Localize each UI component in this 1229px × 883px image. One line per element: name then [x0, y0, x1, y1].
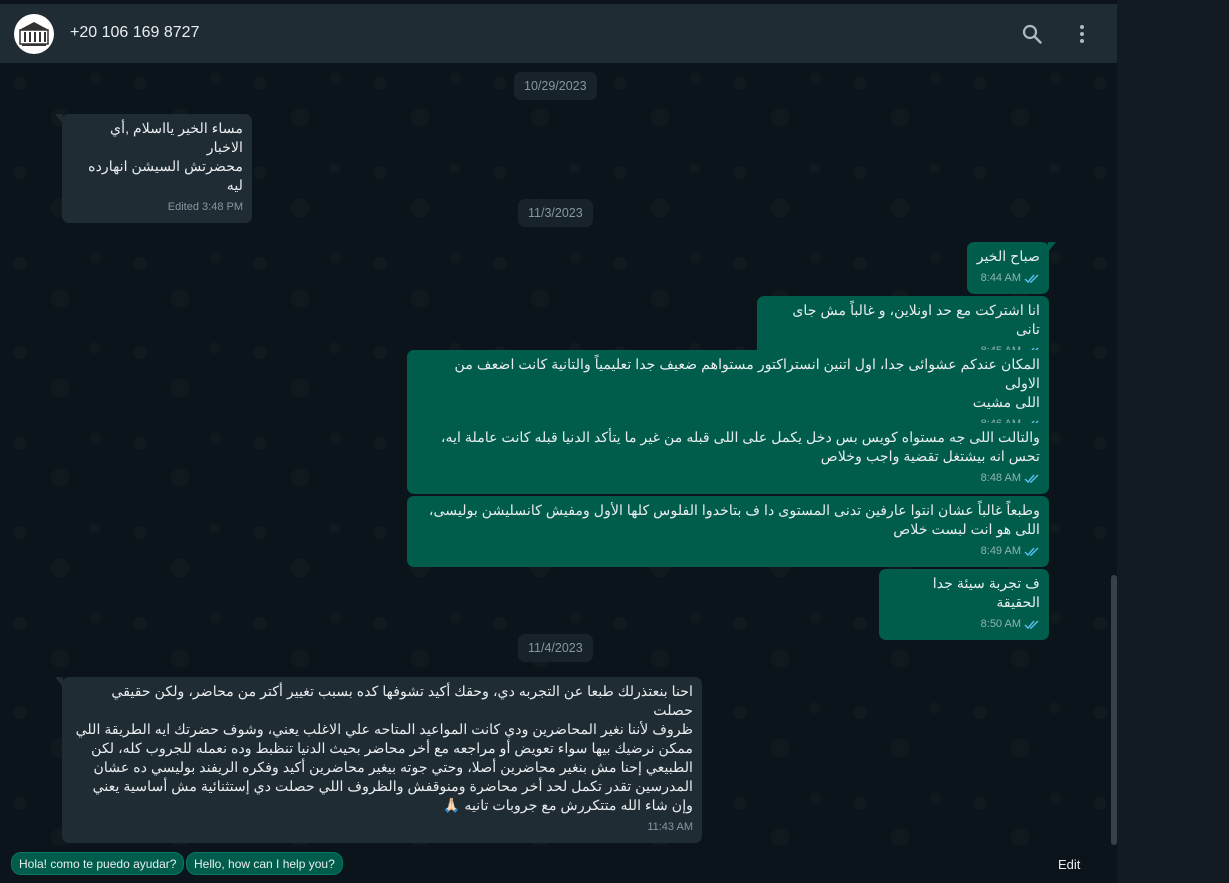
contact-name[interactable]: +20 106 169 8727	[70, 24, 199, 42]
quick-reply-spanish[interactable]: Hola! como te puedo ayudar?	[11, 852, 185, 875]
message-incoming[interactable]: احنا بنعتذرلك طبعا عن التجربه دي، وحقك أ…	[55, 677, 702, 843]
quick-reply-english[interactable]: Hello, how can I help you?	[186, 852, 343, 875]
message-outgoing[interactable]: ف تجربة سيئة جدا الحقيقة 8:50 AM	[879, 569, 1049, 640]
message-text: صباح الخير	[976, 249, 1040, 265]
double-check-icon	[1024, 274, 1039, 284]
search-icon[interactable]	[1020, 22, 1044, 46]
chat-window: +20 106 169 8727 10/29/2023 11/3/2023 11…	[0, 0, 1229, 883]
chat-header: +20 106 169 8727	[0, 4, 1117, 63]
message-time: 11:43 AM	[647, 821, 693, 833]
message-text: والتالت اللى جه مستواه كويس بس دخل يكمل …	[440, 430, 1040, 465]
message-text: مساء الخير يااسلام ,أي الاخبار محضرتش ال…	[88, 121, 243, 194]
double-check-icon	[1024, 474, 1039, 484]
message-text: المكان عندكم عشوائى جدا، اول اتنين انستر…	[454, 357, 1040, 411]
message-time: 8:49 AM	[980, 545, 1021, 557]
message-time: 8:44 AM	[980, 272, 1021, 284]
edit-button[interactable]: Edit	[1058, 857, 1080, 872]
message-text: احنا بنعتذرلك طبعا عن التجربه دي، وحقك أ…	[75, 684, 693, 814]
building-logo-icon	[19, 22, 49, 46]
contact-avatar[interactable]	[14, 14, 54, 54]
double-check-icon	[1024, 620, 1039, 630]
message-text: ف تجربة سيئة جدا الحقيقة	[932, 576, 1040, 611]
message-time: 8:50 AM	[980, 618, 1021, 630]
date-separator: 11/4/2023	[518, 634, 593, 662]
message-text: وطبعاً غالباً عشان انتوا عارفين تدنى الم…	[428, 503, 1040, 538]
message-time: 8:48 AM	[980, 472, 1021, 484]
message-incoming[interactable]: مساء الخير يااسلام ,أي الاخبار محضرتش ال…	[55, 114, 252, 223]
date-separator: 11/3/2023	[518, 199, 593, 227]
side-panel	[1117, 0, 1229, 883]
message-time: Edited 3:48 PM	[167, 201, 243, 213]
message-outgoing[interactable]: صباح الخير 8:44 AM	[967, 242, 1056, 294]
message-text: انا اشتركت مع حد اونلاين، و غالباً مش جا…	[792, 303, 1040, 338]
date-separator: 10/29/2023	[514, 72, 597, 100]
message-outgoing[interactable]: وطبعاً غالباً عشان انتوا عارفين تدنى الم…	[407, 496, 1049, 567]
menu-dots-icon[interactable]	[1070, 22, 1094, 46]
message-outgoing[interactable]: والتالت اللى جه مستواه كويس بس دخل يكمل …	[407, 423, 1049, 494]
double-check-icon	[1024, 547, 1039, 557]
